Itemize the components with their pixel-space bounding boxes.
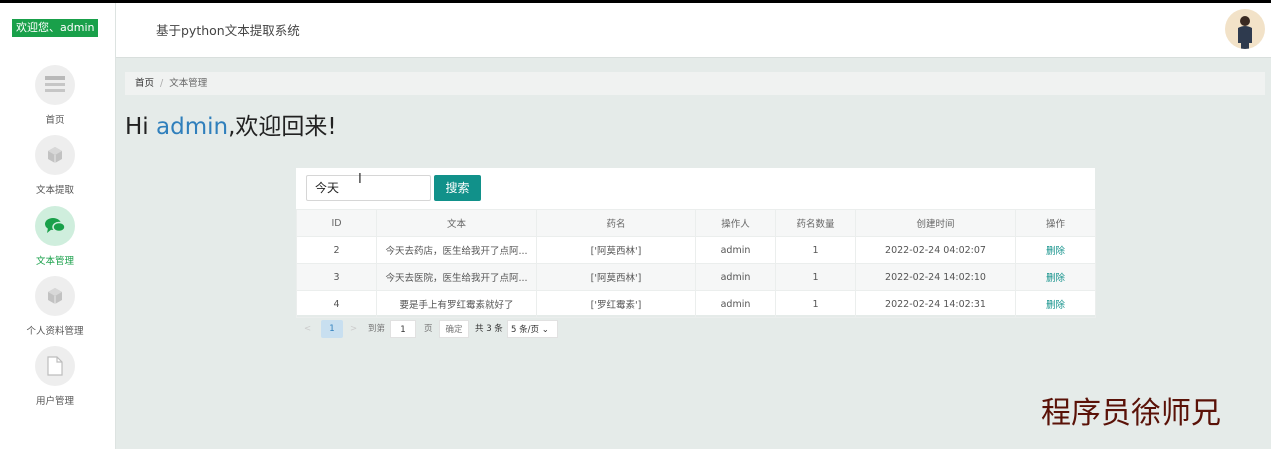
document-icon xyxy=(35,346,75,386)
column-header-drug: 药名 xyxy=(536,209,696,237)
cell-count: 1 xyxy=(775,290,856,318)
cell-count: 1 xyxy=(775,263,856,291)
sidebar-item-users[interactable]: 用户管理 xyxy=(0,346,116,412)
cell-text: 要是手上有罗红霉素就好了 xyxy=(376,290,537,318)
table-row: 2 今天去药店，医生给我开了点阿... ['阿莫西林'] admin 1 202… xyxy=(296,236,1096,264)
home-list-icon xyxy=(35,65,75,105)
column-header-operator: 操作人 xyxy=(695,209,776,237)
column-header-action: 操作 xyxy=(1015,209,1096,237)
goto-label: 到第 xyxy=(368,324,386,334)
page-unit-label: 页 xyxy=(424,324,433,334)
breadcrumb-current: 文本管理 xyxy=(169,78,208,89)
data-panel: 今天 I 搜索 ID 文本 药名 操作人 药名数量 创建时间 操作 2 今天去药… xyxy=(296,168,1096,318)
breadcrumb-home[interactable]: 首页 xyxy=(135,78,154,89)
app-window: 欢迎您、admin 首页 文本提取 文本管理 个人资料管理 用户管理 基于pyt… xyxy=(0,3,1271,449)
delete-link[interactable]: 删除 xyxy=(1015,290,1096,318)
table-row: 4 要是手上有罗红霉素就好了 ['罗红霉素'] admin 1 2022-02-… xyxy=(296,290,1096,318)
column-header-id: ID xyxy=(296,209,377,237)
delete-link[interactable]: 删除 xyxy=(1015,236,1096,264)
text-cursor-icon: I xyxy=(358,172,362,187)
cell-id: 3 xyxy=(296,263,377,291)
sidebar-item-label: 首页 xyxy=(45,115,65,126)
cell-operator: admin xyxy=(695,263,776,291)
page-number-button[interactable]: 1 xyxy=(321,320,343,338)
system-title: 基于python文本提取系统 xyxy=(156,23,300,38)
cell-id: 4 xyxy=(296,290,377,318)
greeting-suffix: ,欢迎回来! xyxy=(228,114,337,140)
next-page-button[interactable]: > xyxy=(350,320,357,338)
sidebar-item-label: 文本提取 xyxy=(35,185,74,196)
search-button[interactable]: 搜索 xyxy=(434,175,481,201)
cube-icon xyxy=(35,276,75,316)
sidebar-item-home[interactable]: 首页 xyxy=(0,65,116,131)
page-size-value: 5 条/页 xyxy=(511,325,539,335)
cell-created: 2022-02-24 14:02:10 xyxy=(855,263,1016,291)
cell-count: 1 xyxy=(775,236,856,264)
page-size-select[interactable]: 5 条/页 ⌄ xyxy=(507,320,558,338)
sidebar-item-label: 用户管理 xyxy=(35,396,74,407)
delete-link[interactable]: 删除 xyxy=(1015,263,1096,291)
goto-page-input[interactable]: 1 xyxy=(390,320,416,338)
sidebar: 欢迎您、admin 首页 文本提取 文本管理 个人资料管理 用户管理 xyxy=(0,3,116,449)
chat-icon xyxy=(35,206,75,246)
breadcrumb: 首页 / 文本管理 xyxy=(125,72,1265,95)
search-input[interactable]: 今天 xyxy=(306,175,431,201)
top-bar: 基于python文本提取系统 xyxy=(116,3,1271,58)
cell-drug: ['阿莫西林'] xyxy=(536,236,696,264)
sidebar-item-text-manage[interactable]: 文本管理 xyxy=(0,206,116,272)
chevron-down-icon: ⌄ xyxy=(541,325,549,335)
cell-drug: ['罗红霉素'] xyxy=(536,290,696,318)
cell-operator: admin xyxy=(695,290,776,318)
cell-drug: ['阿莫西林'] xyxy=(536,263,696,291)
breadcrumb-separator: / xyxy=(160,78,164,89)
cell-operator: admin xyxy=(695,236,776,264)
column-header-text: 文本 xyxy=(376,209,537,237)
cell-created: 2022-02-24 04:02:07 xyxy=(855,236,1016,264)
cell-text: 今天去药店，医生给我开了点阿... xyxy=(376,236,537,264)
sidebar-item-profile[interactable]: 个人资料管理 xyxy=(0,276,116,342)
sidebar-item-label: 文本管理 xyxy=(35,256,74,267)
text-table: ID 文本 药名 操作人 药名数量 创建时间 操作 2 今天去药店，医生给我开了… xyxy=(296,209,1096,318)
column-header-created: 创建时间 xyxy=(855,209,1016,237)
cell-id: 2 xyxy=(296,236,377,264)
greeting-username: admin xyxy=(156,114,229,140)
goto-confirm-button[interactable]: 确定 xyxy=(439,320,469,338)
cell-text: 今天去医院，医生给我开了点阿... xyxy=(376,263,537,291)
welcome-badge: 欢迎您、admin xyxy=(12,19,99,37)
sidebar-item-label: 个人资料管理 xyxy=(26,326,84,337)
table-header-row: ID 文本 药名 操作人 药名数量 创建时间 操作 xyxy=(296,209,1096,237)
cell-created: 2022-02-24 14:02:31 xyxy=(855,290,1016,318)
greeting-prefix: Hi xyxy=(125,114,156,140)
table-row: 3 今天去医院，医生给我开了点阿... ['阿莫西林'] admin 1 202… xyxy=(296,263,1096,291)
cube-icon xyxy=(35,135,75,175)
watermark-text: 程序员徐师兄 xyxy=(1041,396,1221,431)
total-count: 共 3 条 xyxy=(475,324,503,334)
prev-page-button[interactable]: < xyxy=(304,320,311,338)
greeting: Hi admin,欢迎回来! xyxy=(125,107,337,141)
sidebar-item-text-extract[interactable]: 文本提取 xyxy=(0,135,116,201)
avatar[interactable] xyxy=(1225,9,1265,49)
column-header-drug-count: 药名数量 xyxy=(775,209,856,237)
